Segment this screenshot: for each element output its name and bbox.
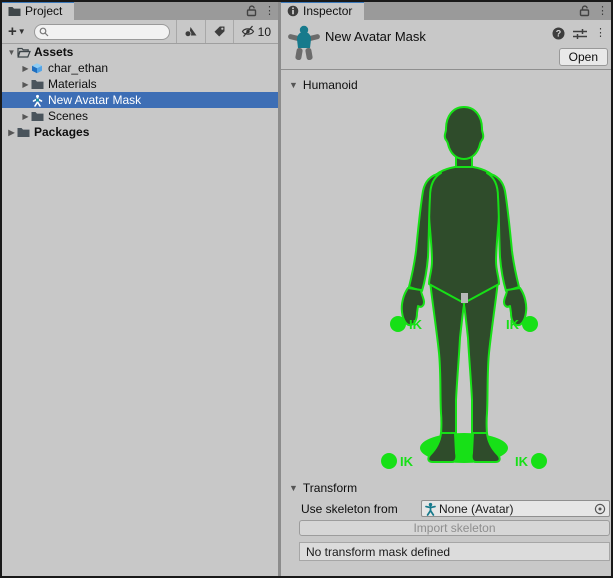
skeleton-object-field[interactable]: None (Avatar) xyxy=(421,500,610,517)
folder-icon xyxy=(31,110,45,123)
right-leg[interactable] xyxy=(464,281,498,436)
tree-row-materials[interactable]: ▶ Materials xyxy=(2,76,278,92)
hidden-count: 10 xyxy=(258,25,271,39)
kebab-menu-icon[interactable]: ⋮ xyxy=(595,28,606,39)
ik-right-hand-dot[interactable] xyxy=(522,316,538,332)
filter-by-type-icon xyxy=(184,25,198,38)
transform-foldout[interactable]: ▼ Transform xyxy=(289,481,357,495)
folder-icon xyxy=(17,126,31,139)
foldout-closed-icon[interactable]: ▶ xyxy=(20,80,31,89)
inspector-panel: Inspector ⋮ New Avat xyxy=(281,2,611,576)
open-button[interactable]: Open xyxy=(559,48,608,66)
add-asset-button[interactable]: + xyxy=(2,24,18,39)
humanoid-foldout[interactable]: ▼ Humanoid xyxy=(289,78,358,92)
ik-left-hand-dot[interactable] xyxy=(390,316,406,332)
torso[interactable] xyxy=(428,167,501,303)
tab-project[interactable]: Project xyxy=(2,2,74,20)
project-panel: Project ⋮ + ▼ xyxy=(2,2,278,576)
tree-label: New Avatar Mask xyxy=(48,93,141,107)
inspector-header: New Avatar Mask ? ⋮ Open xyxy=(281,20,611,70)
folder-icon xyxy=(31,78,45,91)
avatar-mask-icon xyxy=(31,94,45,107)
tree-row-assets[interactable]: ▼ Assets xyxy=(2,44,278,60)
pelvis-marker xyxy=(461,293,468,303)
tree-label: char_ethan xyxy=(48,61,108,75)
search-icon xyxy=(39,27,49,37)
transform-section-label: Transform xyxy=(303,481,357,495)
inspector-tabbar: Inspector ⋮ xyxy=(281,2,611,20)
humanoid-section-label: Humanoid xyxy=(303,78,358,92)
filter-by-type-button[interactable] xyxy=(176,20,205,43)
tab-inspector-label: Inspector xyxy=(303,4,352,18)
inspector-tab-actions: ⋮ xyxy=(579,2,608,20)
ik-right-foot-dot[interactable] xyxy=(531,453,547,469)
tree-label: Materials xyxy=(48,77,97,91)
ik-left-foot-dot[interactable] xyxy=(381,453,397,469)
project-tabbar: Project ⋮ xyxy=(2,2,278,20)
avatar-icon xyxy=(424,502,437,516)
transform-mask-helpbox: No transform mask defined xyxy=(299,542,610,561)
project-toolbar-buttons: 10 xyxy=(176,20,278,43)
add-asset-caret-icon[interactable]: ▼ xyxy=(18,27,26,36)
unity-editor-window: Project ⋮ + ▼ xyxy=(0,0,613,578)
tab-project-label: Project xyxy=(25,4,62,18)
left-leg[interactable] xyxy=(430,281,464,436)
project-tree: ▼ Assets ▶ char_e xyxy=(2,44,278,140)
folder-icon xyxy=(8,6,21,17)
ik-label: IK xyxy=(506,317,520,332)
foldout-open-icon: ▼ xyxy=(289,483,298,493)
search-input[interactable] xyxy=(51,26,151,38)
tree-row-char-ethan[interactable]: ▶ char_ethan xyxy=(2,60,278,76)
tree-label: Packages xyxy=(34,125,89,139)
ik-label: IK xyxy=(515,454,529,469)
hidden-items-button[interactable]: 10 xyxy=(233,20,278,43)
ik-label: IK xyxy=(409,317,423,332)
foldout-open-icon[interactable]: ▼ xyxy=(6,48,17,57)
svg-text:?: ? xyxy=(556,29,562,39)
foldout-closed-icon[interactable]: ▶ xyxy=(20,64,31,73)
foldout-closed-icon[interactable]: ▶ xyxy=(6,128,17,137)
header-icons: ? ⋮ xyxy=(552,27,606,40)
tree-label: Assets xyxy=(34,45,73,59)
eye-slash-icon xyxy=(241,25,256,38)
label-tag-icon xyxy=(213,25,226,38)
info-icon xyxy=(287,5,299,17)
lock-icon[interactable] xyxy=(579,5,590,17)
foldout-open-icon: ▼ xyxy=(289,80,298,90)
presets-icon[interactable] xyxy=(573,28,587,40)
head[interactable] xyxy=(445,107,484,159)
model-cube-icon xyxy=(31,62,45,75)
ik-label: IK xyxy=(400,454,414,469)
tree-row-scenes[interactable]: ▶ Scenes xyxy=(2,108,278,124)
humanoid-mask-figure[interactable]: IK IK IK IK xyxy=(281,95,611,475)
import-skeleton-button[interactable]: Import skeleton xyxy=(299,520,610,536)
tab-inspector[interactable]: Inspector xyxy=(281,2,364,20)
use-skeleton-row: Use skeleton from None (Avatar) xyxy=(281,500,611,517)
foldout-closed-icon[interactable]: ▶ xyxy=(20,112,31,121)
avatar-mask-asset-icon xyxy=(288,25,320,61)
asset-title: New Avatar Mask xyxy=(325,29,426,44)
folder-open-icon xyxy=(17,46,31,59)
project-search[interactable] xyxy=(34,24,170,40)
tree-row-new-avatar-mask[interactable]: New Avatar Mask xyxy=(2,92,278,108)
use-skeleton-label: Use skeleton from xyxy=(301,502,398,516)
kebab-menu-icon[interactable]: ⋮ xyxy=(597,6,608,17)
help-icon[interactable]: ? xyxy=(552,27,565,40)
project-toolbar: + ▼ xyxy=(2,20,278,44)
object-picker-icon[interactable] xyxy=(593,502,607,516)
lock-icon[interactable] xyxy=(246,5,257,17)
tree-label: Scenes xyxy=(48,109,88,123)
kebab-menu-icon[interactable]: ⋮ xyxy=(264,6,275,17)
filter-by-label-button[interactable] xyxy=(205,20,233,43)
tree-row-packages[interactable]: ▶ Packages xyxy=(2,124,278,140)
project-tab-actions: ⋮ xyxy=(246,2,275,20)
skeleton-value: None (Avatar) xyxy=(439,502,591,516)
